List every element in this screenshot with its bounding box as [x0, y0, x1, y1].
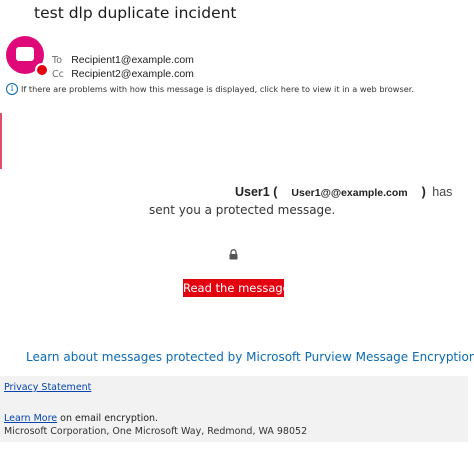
learn-encryption-link[interactable]: Learn about messages protected by Micros…	[26, 350, 474, 364]
info-icon: i	[6, 83, 18, 95]
to-label: To	[52, 55, 63, 66]
sender-line: User1 ( User1@@example.com) has	[235, 185, 452, 199]
cc-label: Cc	[52, 69, 64, 80]
sender-name: User1 (	[235, 185, 278, 199]
info-text[interactable]: If there are problems with how this mess…	[21, 84, 414, 94]
sender-close-paren: )	[421, 185, 426, 199]
cc-row: Cc Recipient2@example.com	[52, 68, 194, 80]
sender-email: User1@@example.com	[291, 187, 408, 199]
side-accent-bar	[0, 113, 2, 169]
email-view: test dlp duplicate incident To Recipient…	[0, 0, 474, 452]
to-recipient[interactable]: Recipient1@example.com	[71, 54, 194, 66]
footer: Privacy Statement Learn More on email en…	[0, 376, 468, 442]
to-row: To Recipient1@example.com	[52, 54, 194, 66]
company-address: Microsoft Corporation, One Microsoft Way…	[4, 426, 308, 437]
presence-dot	[35, 63, 49, 77]
app-avatar-icon	[6, 36, 49, 77]
email-subject: test dlp duplicate incident	[34, 4, 237, 22]
privacy-statement-link[interactable]: Privacy Statement	[4, 382, 91, 393]
avatar-screen-shape	[16, 47, 34, 61]
cc-recipient[interactable]: Recipient2@example.com	[71, 68, 194, 80]
read-message-button[interactable]: Read the message	[183, 279, 290, 297]
learn-more-suffix: on email encryption.	[57, 413, 159, 424]
lock-icon	[229, 249, 238, 260]
sent-message-text: sent you a protected message.	[149, 203, 336, 217]
learn-more-row: Learn More on email encryption.	[4, 413, 158, 424]
has-text: has	[432, 185, 453, 199]
display-problem-notice[interactable]: i If there are problems with how this me…	[6, 83, 414, 95]
learn-more-link[interactable]: Learn More	[4, 413, 57, 424]
